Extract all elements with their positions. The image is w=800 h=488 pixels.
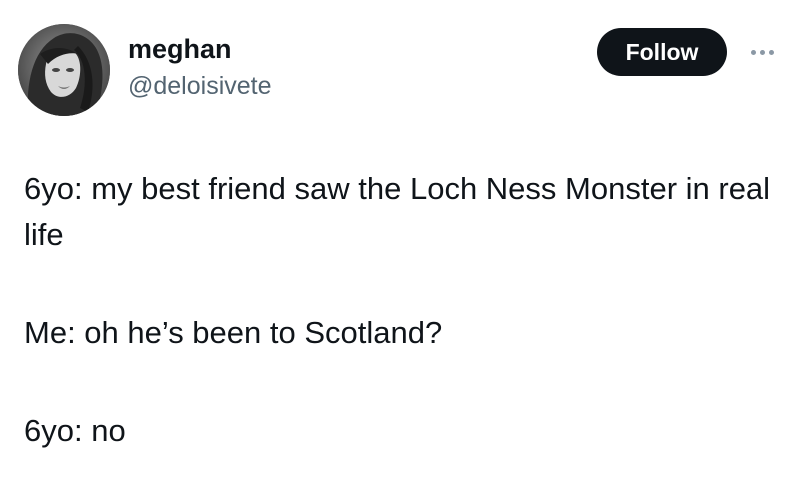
tweet-paragraph: 6yo: no — [24, 413, 126, 448]
more-dot-icon — [768, 49, 774, 55]
author-handle[interactable]: @deloisivete — [128, 70, 272, 102]
more-dot-icon — [750, 49, 756, 55]
tweet-paragraph: 6yo: my best friend saw the Loch Ness Mo… — [24, 171, 771, 252]
avatar[interactable] — [18, 24, 110, 116]
author-display-name[interactable]: meghan — [128, 32, 232, 66]
follow-button[interactable]: Follow — [597, 28, 727, 76]
more-dot-icon — [759, 49, 765, 55]
tweet-text: 6yo: my best friend saw the Loch Ness Mo… — [24, 166, 784, 454]
tweet-card: meghan @deloisivete Follow 6yo: my best … — [0, 0, 800, 488]
more-options-button[interactable] — [742, 38, 782, 66]
profile-photo-icon — [18, 24, 110, 116]
tweet-paragraph: Me: oh he’s been to Scotland? — [24, 315, 443, 350]
